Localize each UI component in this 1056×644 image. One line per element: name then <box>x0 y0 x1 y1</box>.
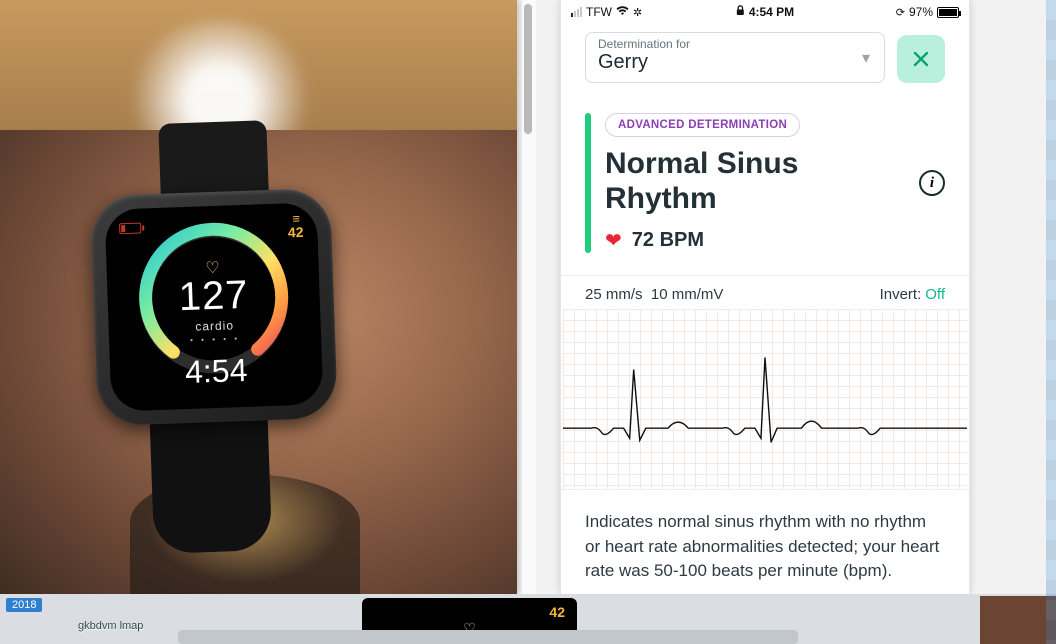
battery-percent: 97% <box>909 5 933 19</box>
battery-icon <box>937 7 959 18</box>
close-button[interactable] <box>897 35 945 83</box>
diagnosis-title: Normal Sinus Rhythm <box>605 147 901 216</box>
watch-case: ≡ 42 <box>90 188 338 426</box>
carrier-label: TFW <box>586 5 612 19</box>
info-button[interactable]: i <box>919 170 945 196</box>
horizontal-scrollbar[interactable] <box>178 630 798 644</box>
signal-icon <box>571 7 582 17</box>
status-bar: TFW ✲ 4:54 PM ⟳ 97% <box>561 0 969 26</box>
invert-value: Off <box>925 286 945 303</box>
orientation-lock-icon: ⟳ <box>896 6 905 19</box>
smartwatch: ≡ 42 <box>74 182 349 482</box>
watch-band-bottom <box>150 420 272 554</box>
chevron-down-icon: ▾ <box>862 48 870 68</box>
close-icon <box>911 49 931 69</box>
activity-icon: ✲ <box>633 6 642 19</box>
heart-rate-value: 127 <box>107 270 320 322</box>
invert-label: Invert: <box>880 286 922 303</box>
ecg-speed: 25 mm/s <box>585 286 643 303</box>
lock-icon <box>736 5 745 19</box>
result-card: ADVANCED DETERMINATION Normal Sinus Rhyt… <box>561 95 969 267</box>
select-value: Gerry <box>598 51 872 74</box>
determination-select[interactable]: Determination for Gerry ▾ <box>585 32 885 83</box>
select-label: Determination for <box>598 37 872 51</box>
status-time: 4:54 PM <box>749 5 794 19</box>
heart-icon: ❤ <box>605 228 622 253</box>
ecg-section: 25 mm/s 10 mm/mV Invert:Off <box>561 275 969 490</box>
wifi-icon <box>616 5 629 19</box>
bpm-value: 72 BPM <box>632 229 704 252</box>
smartwatch-photo: ≡ 42 <box>0 0 517 594</box>
watch-time: 4:54 <box>110 349 323 393</box>
scrollbar-thumb[interactable] <box>524 4 532 134</box>
phone-screenshot: TFW ✲ 4:54 PM ⟳ 97% Determination for <box>560 0 970 594</box>
scrollbar[interactable] <box>522 0 536 594</box>
diagnosis-description: Indicates normal sinus rhythm with no rh… <box>561 490 969 584</box>
watch-screen: ≡ 42 <box>105 202 324 411</box>
desktop-file-label: gkbdvm lmap <box>78 620 143 632</box>
ecg-gain: 10 mm/mV <box>651 286 724 303</box>
thumb-steps: 42 <box>549 604 565 620</box>
thumbnail-wrist[interactable] <box>980 596 1056 644</box>
year-badge: 2018 <box>6 598 42 612</box>
invert-toggle[interactable]: Invert:Off <box>880 286 945 303</box>
ecg-trace[interactable] <box>563 309 967 489</box>
status-accent-bar <box>585 113 591 253</box>
advanced-determination-badge: ADVANCED DETERMINATION <box>605 113 800 137</box>
window-edge <box>1046 0 1056 644</box>
